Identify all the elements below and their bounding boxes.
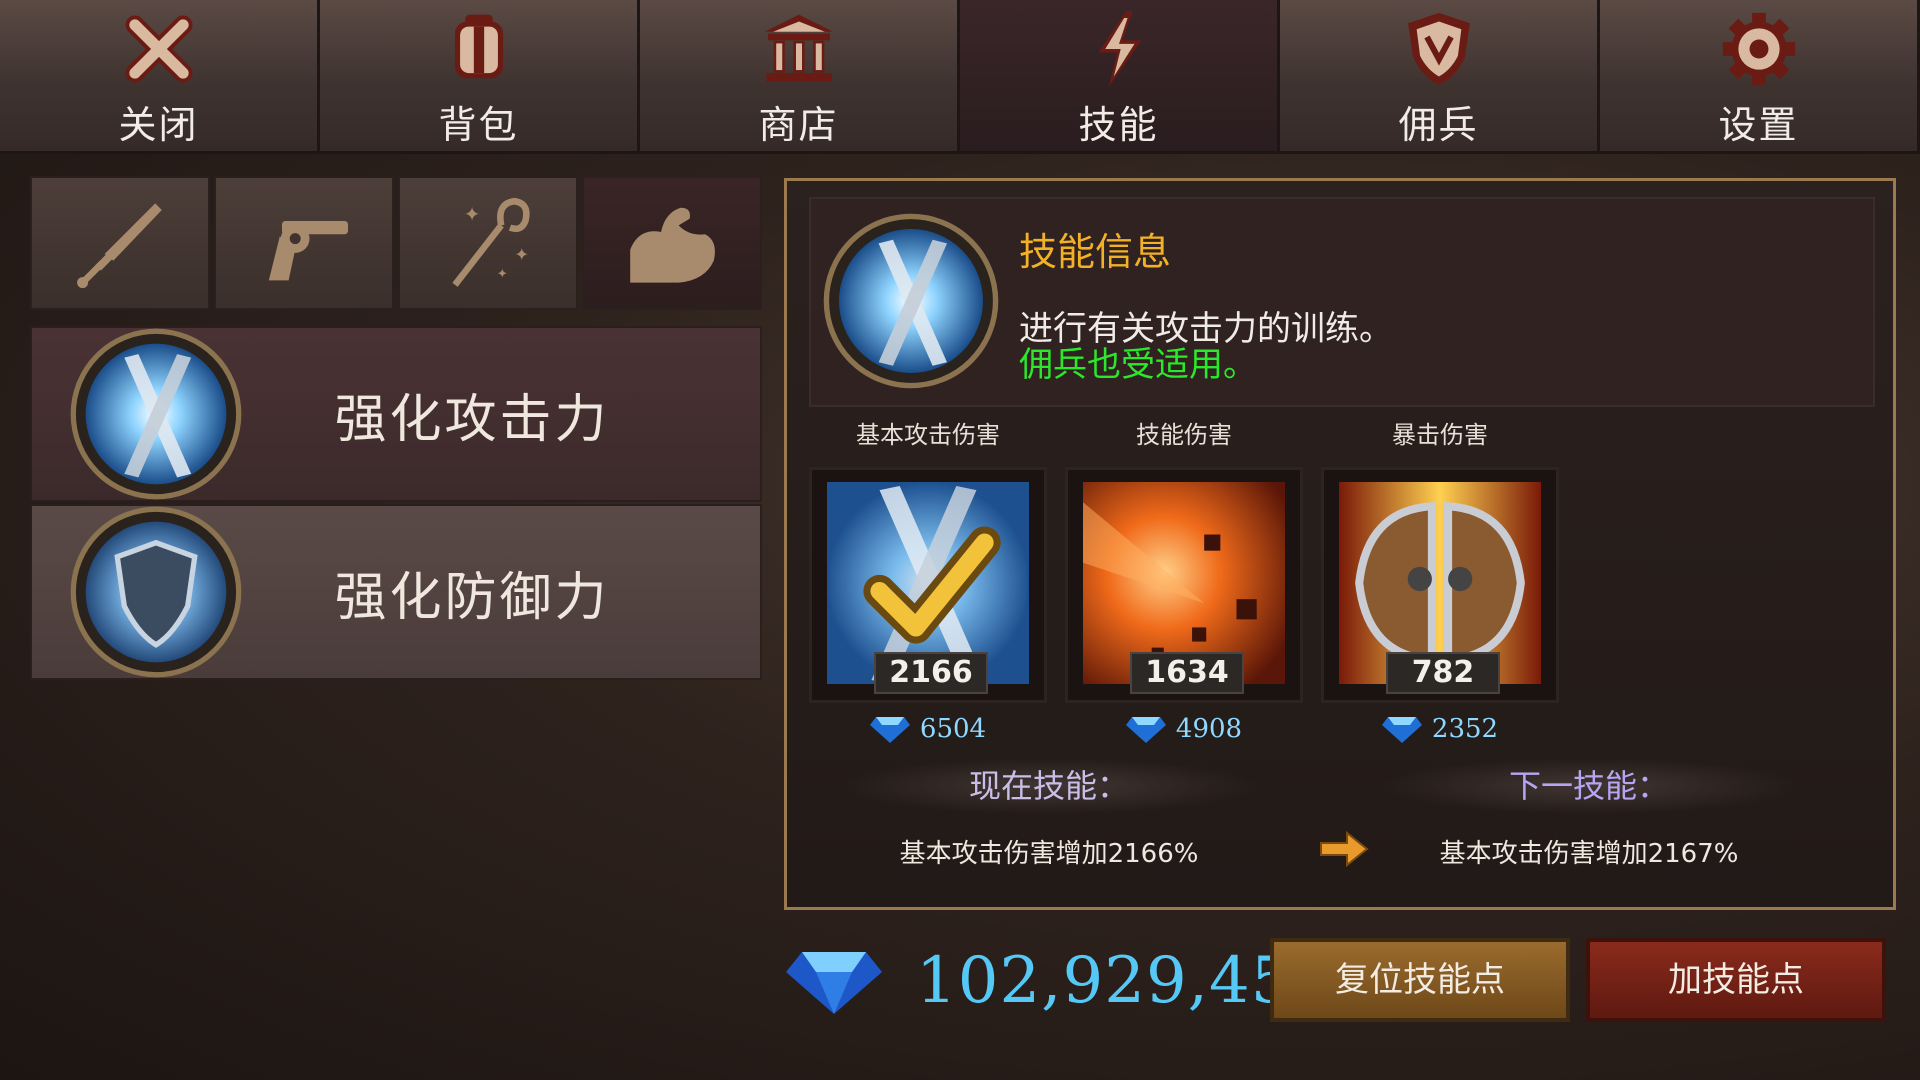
tab-close[interactable]: 关闭 [0, 0, 320, 154]
stat-cost: 4908 [1065, 709, 1303, 749]
category-gun[interactable] [214, 176, 394, 310]
gem-icon [786, 952, 882, 1014]
gem-icon [869, 717, 910, 743]
stat-cost-value: 6504 [919, 714, 987, 744]
shield-icon [1407, 12, 1470, 86]
stat-basic-attack: 基本攻击伤害 2166 6504 [809, 417, 1047, 749]
stat-critical-damage: 暴击伤害 782 2352 [1321, 417, 1559, 749]
skill-name-defense: 强化防御力 [334, 567, 610, 628]
arrow-right-icon [1320, 830, 1369, 868]
category-strength[interactable] [582, 176, 762, 310]
crossed-swords-orb-icon [70, 328, 242, 500]
stat-card[interactable]: 782 [1321, 467, 1559, 703]
magic-staff-icon: ✦ ✦ ✦ [452, 197, 530, 287]
top-navigation: 关闭 背包 商店 技能 佣兵 设置 [0, 0, 1920, 154]
add-skill-points-button[interactable]: 加技能点 [1586, 938, 1886, 1022]
stat-level: 2166 [874, 652, 988, 694]
current-skill-value: 基本攻击伤害增加2166% [899, 839, 1199, 869]
reset-skill-points-button[interactable]: 复位技能点 [1270, 938, 1570, 1022]
skill-item-attack[interactable]: 强化攻击力 [30, 326, 762, 502]
tab-settings-label: 设置 [1718, 103, 1799, 147]
svg-text:✦: ✦ [464, 203, 481, 226]
gem-icon [1125, 717, 1166, 743]
stat-cost-value: 4908 [1175, 714, 1243, 744]
tab-shop-label: 商店 [758, 103, 839, 147]
shop-icon [764, 14, 833, 82]
tab-backpack[interactable]: 背包 [320, 0, 640, 154]
tab-backpack-label: 背包 [438, 103, 519, 147]
tab-settings[interactable]: 设置 [1600, 0, 1920, 154]
category-sword[interactable] [30, 176, 210, 310]
crossed-swords-orb-icon [823, 213, 999, 389]
stat-cost: 6504 [809, 709, 1047, 749]
stat-cost-value: 2352 [1431, 714, 1499, 744]
current-skill-heading: 现在技能： [839, 757, 1259, 815]
revolver-icon [268, 221, 348, 281]
svg-text:✦: ✦ [514, 246, 529, 266]
stat-label: 暴击伤害 [1392, 421, 1488, 449]
tab-mercenary[interactable]: 佣兵 [1280, 0, 1600, 154]
weapon-category-tabs: ✦ ✦ ✦ [30, 176, 766, 310]
tab-close-label: 关闭 [118, 103, 199, 147]
skill-info-title: 技能信息 [1019, 230, 1172, 274]
sword-icon [77, 203, 162, 289]
tab-mercenary-label: 佣兵 [1398, 103, 1479, 147]
tab-skills[interactable]: 技能 [960, 0, 1280, 154]
next-skill-value: 基本攻击伤害增加2167% [1439, 839, 1739, 869]
skill-name-attack: 强化攻击力 [334, 389, 610, 450]
skill-info-note: 佣兵也受适用。 [1019, 345, 1257, 385]
stat-card[interactable]: 2166 [809, 467, 1047, 703]
stat-skill-damage: 技能伤害 1634 4908 [1065, 417, 1303, 749]
skill-info-box: 技能信息 进行有关攻击力的训练。 佣兵也受适用。 [809, 197, 1875, 407]
flexed-arm-icon [630, 207, 715, 283]
tab-skills-label: 技能 [1078, 103, 1159, 147]
next-skill-heading: 下一技能： [1379, 757, 1799, 815]
stat-label: 基本攻击伤害 [856, 421, 1000, 449]
gear-icon [1722, 12, 1795, 86]
close-icon [124, 15, 193, 83]
stat-cost: 2352 [1321, 709, 1559, 749]
stat-level: 782 [1386, 652, 1500, 694]
stat-level: 1634 [1130, 652, 1244, 694]
skill-item-defense[interactable]: 强化防御力 [30, 504, 762, 680]
skill-info-panel: 技能信息 进行有关攻击力的训练。 佣兵也受适用。 基本攻击伤害 2166 650… [784, 178, 1896, 910]
lightning-icon [1097, 11, 1141, 87]
gem-icon [1381, 717, 1422, 743]
backpack-icon [454, 14, 503, 79]
stat-label: 技能伤害 [1136, 421, 1232, 449]
tab-shop[interactable]: 商店 [640, 0, 960, 154]
stat-card[interactable]: 1634 [1065, 467, 1303, 703]
svg-text:✦: ✦ [497, 267, 508, 282]
shield-orb-icon [70, 506, 242, 678]
category-magic[interactable]: ✦ ✦ ✦ [398, 176, 578, 310]
